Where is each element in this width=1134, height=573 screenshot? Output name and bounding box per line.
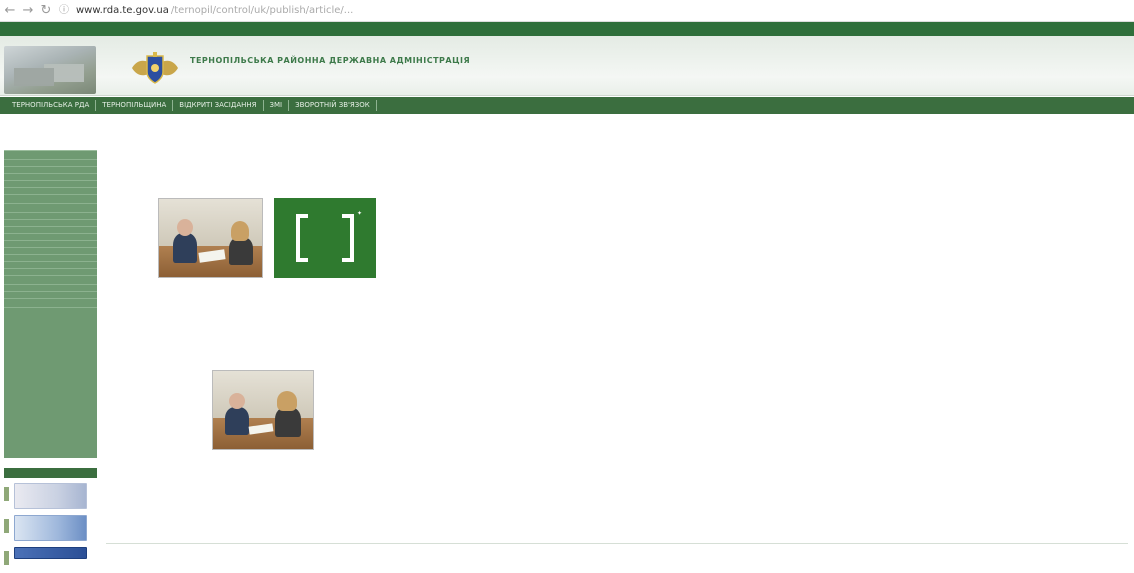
sidebar-item[interactable]: [4, 151, 97, 160]
sidebar-menu: [4, 150, 97, 458]
partner-banner[interactable]: [4, 515, 97, 541]
sidebar-item[interactable]: [4, 269, 97, 276]
sidebar-item[interactable]: [4, 227, 97, 234]
partner-banner-image: [14, 483, 87, 509]
partner-marker: [4, 487, 9, 501]
sidebar-item[interactable]: [4, 188, 97, 195]
nav-item-region[interactable]: ТЕРНОПІЛЬЩИНА: [96, 100, 174, 111]
article-content: ✦: [106, 115, 1128, 562]
nav-item-rda[interactable]: ТЕРНОПІЛЬСЬКА РДА: [6, 100, 97, 111]
partners-heading: [4, 468, 97, 478]
sidebar-item[interactable]: [4, 167, 97, 174]
url-host: www.rda.te.gov.ua: [76, 5, 169, 16]
left-sidebar: [0, 115, 97, 565]
partner-marker: [4, 551, 9, 565]
partner-banner-image: [14, 547, 87, 559]
info-icon[interactable]: ⓘ: [58, 5, 70, 16]
article-divider: [106, 543, 1128, 544]
nav-item-media[interactable]: ЗМІ: [264, 100, 290, 111]
partner-banner[interactable]: [4, 547, 97, 573]
partner-marker: [4, 519, 9, 533]
coat-of-arms-icon: [132, 52, 178, 84]
partner-banner[interactable]: [4, 483, 97, 509]
sidebar-item[interactable]: [4, 255, 97, 262]
town-photo: [4, 46, 96, 94]
sidebar-item[interactable]: [4, 292, 97, 299]
sidebar-item[interactable]: [4, 213, 97, 220]
sidebar-item[interactable]: [4, 248, 97, 255]
article-photo: [158, 198, 263, 278]
sidebar-item[interactable]: [4, 174, 97, 181]
article-photo: [212, 370, 314, 450]
partner-banner-image: [14, 515, 87, 541]
sidebar-item[interactable]: [4, 299, 97, 308]
sidebar-item[interactable]: [4, 220, 97, 227]
sidebar-item[interactable]: [4, 276, 97, 285]
nav-item-feedback[interactable]: ЗВОРОТНІЙ ЗВ'ЯЗОК: [289, 100, 377, 111]
sidebar-item[interactable]: [4, 181, 97, 188]
browser-toolbar: ← → ↻ ⓘ www.rda.te.gov.ua /ternopil/cont…: [0, 0, 1134, 22]
back-icon[interactable]: ←: [4, 4, 16, 17]
sidebar-item[interactable]: [4, 234, 97, 241]
top-strip: [0, 22, 1134, 36]
site-banner: ТЕРНОПІЛЬСЬКА РАЙОННА ДЕРЖАВНА АДМІНІСТР…: [0, 36, 1134, 96]
sidebar-item[interactable]: [4, 285, 97, 292]
main-nav: ТЕРНОПІЛЬСЬКА РДА ТЕРНОПІЛЬЩИНА ВІДКРИТІ…: [0, 97, 1134, 114]
forward-icon[interactable]: →: [22, 4, 34, 17]
sidebar-item[interactable]: [4, 195, 97, 204]
nav-item-meetings[interactable]: ВІДКРИТІ ЗАСІДАННЯ: [173, 100, 264, 111]
url-path: /ternopil/control/uk/publish/article/...: [170, 5, 354, 16]
sidebar-item[interactable]: [4, 160, 97, 167]
site-title: ТЕРНОПІЛЬСЬКА РАЙОННА ДЕРЖАВНА АДМІНІСТР…: [190, 56, 471, 65]
sidebar-item[interactable]: [4, 262, 97, 269]
decentralization-logo: ✦: [274, 198, 376, 278]
sidebar-item[interactable]: [4, 241, 97, 248]
sidebar-item[interactable]: [4, 204, 97, 213]
reload-icon[interactable]: ↻: [40, 4, 52, 17]
address-bar[interactable]: www.rda.te.gov.ua /ternopil/control/uk/p…: [76, 5, 353, 16]
